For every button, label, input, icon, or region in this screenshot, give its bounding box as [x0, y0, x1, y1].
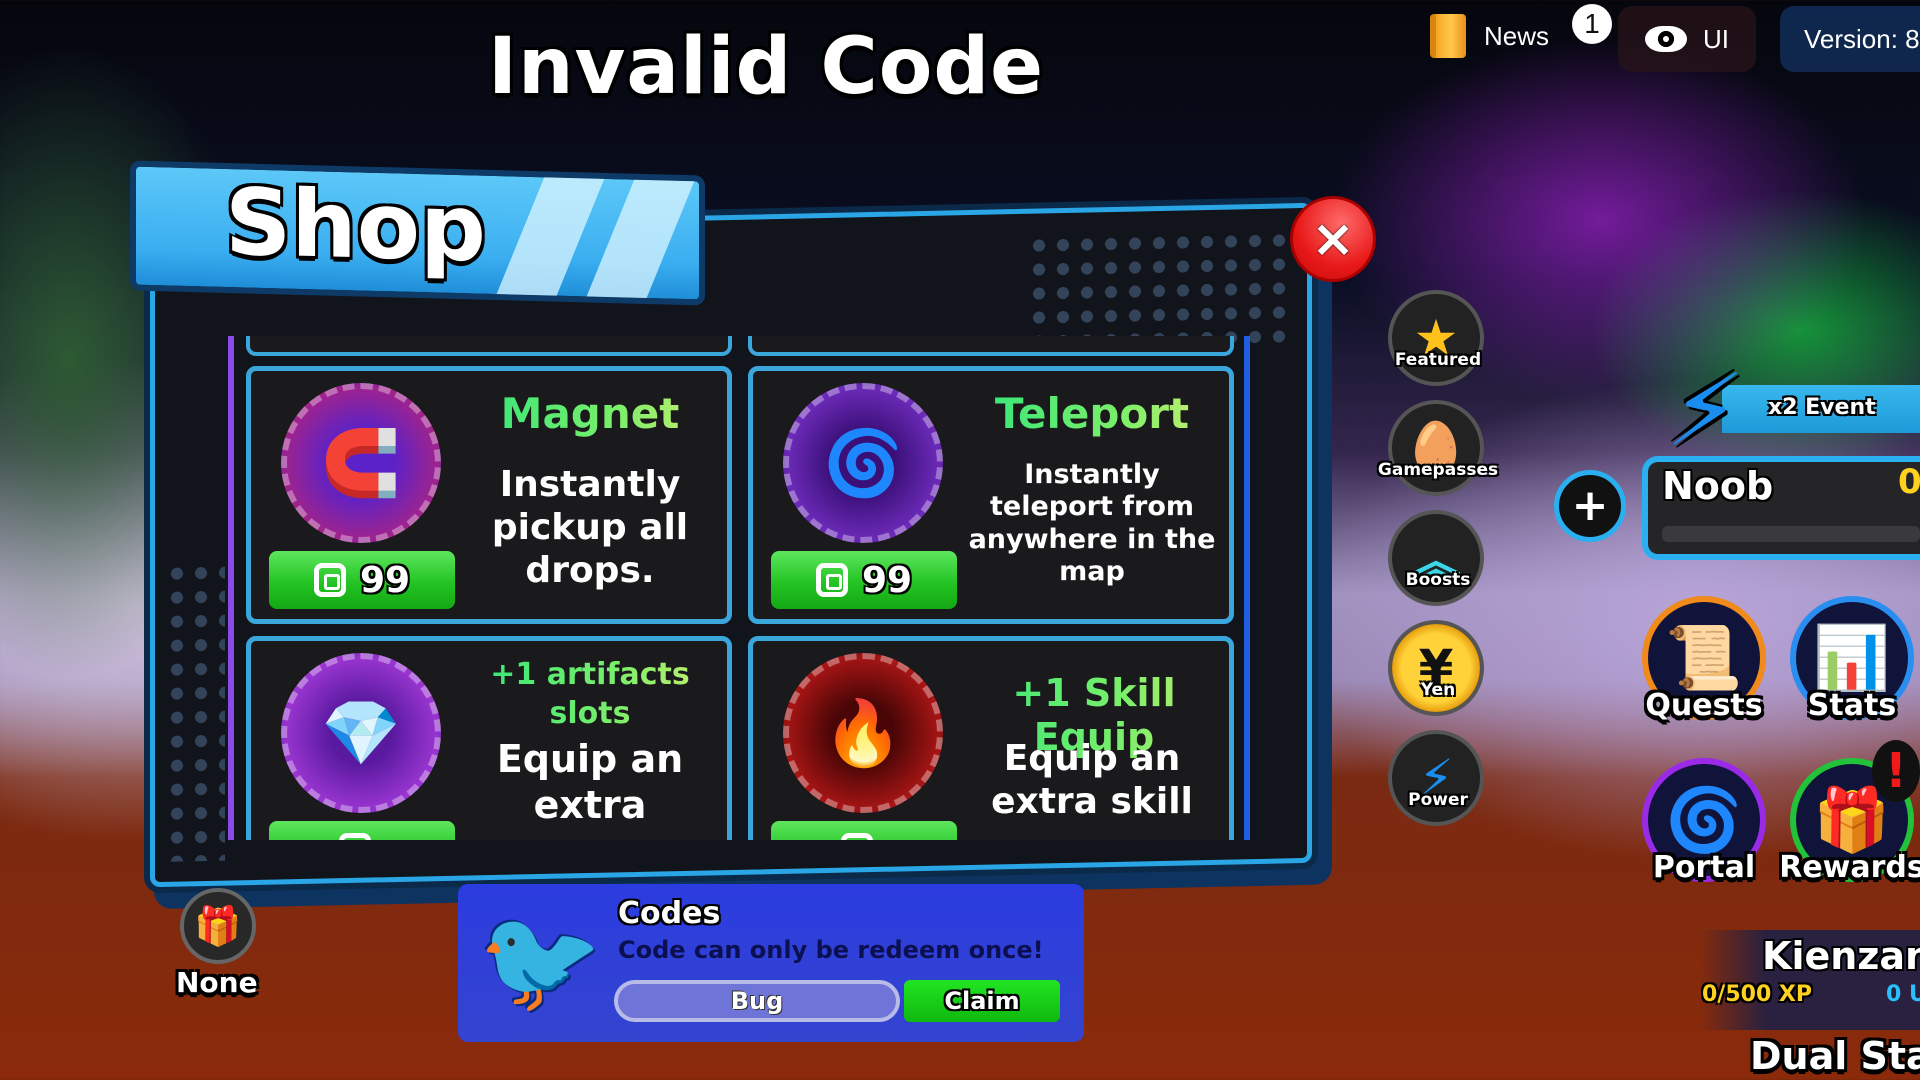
shop-card-partial — [748, 336, 1234, 356]
menu-label: Stats — [1807, 688, 1897, 723]
shop-item-list[interactable]: 🧲 99 Magnet Instantly pickup all drops. … — [228, 336, 1250, 840]
buy-teleport-button[interactable]: 99 — [771, 551, 957, 609]
menu-label: Quests — [1645, 688, 1763, 723]
invalid-code-message: Invalid Code — [488, 22, 1045, 112]
category-yen[interactable]: ¥ Yen — [1388, 620, 1488, 720]
double-chevron-up-icon[interactable]: ︽ — [1388, 510, 1484, 606]
event-label: x2 Event — [1768, 395, 1876, 420]
shop-card-magnet: 🧲 99 Magnet Instantly pickup all drops. — [246, 366, 732, 624]
player-currency: 0 U — [1886, 982, 1920, 1007]
rank-value: 0 — [1898, 462, 1920, 502]
category-boosts[interactable]: ︽ Boosts — [1388, 510, 1488, 610]
magnet-icon: 🧲 — [281, 383, 441, 543]
lightning-icon[interactable]: ⚡ — [1388, 730, 1484, 826]
close-icon: × — [1311, 209, 1355, 269]
eye-icon — [1645, 26, 1687, 52]
price-label: 99 — [359, 559, 411, 601]
code-input[interactable] — [614, 980, 900, 1022]
gift-label: None — [176, 966, 258, 999]
news-count-badge: 1 — [1572, 4, 1612, 44]
rank-name: Noob — [1662, 464, 1774, 508]
card-description: Equip an extra skill — [991, 738, 1193, 823]
version-label-box: Version: 8 — [1780, 6, 1920, 72]
card-title: Teleport — [963, 389, 1221, 438]
top-bar: News 1 UI Version: 8 — [1430, 0, 1920, 76]
robux-icon — [841, 833, 873, 840]
category-label: Boosts — [1405, 570, 1471, 590]
version-label: Version: 8 — [1804, 23, 1920, 54]
robux-icon — [815, 563, 848, 597]
ui-toggle-button[interactable]: UI — [1618, 6, 1756, 72]
portal-button[interactable]: 🌀 Portal — [1642, 758, 1766, 885]
category-power[interactable]: ⚡ Power — [1388, 730, 1488, 830]
category-label: Featured — [1394, 350, 1482, 370]
category-label: Power — [1408, 790, 1468, 810]
card-title: +1 artifacts slots — [461, 655, 719, 733]
category-gamepasses[interactable]: 🥚 Gamepasses — [1378, 400, 1498, 500]
add-button[interactable]: + — [1554, 470, 1626, 542]
rank-progress-bar — [1662, 526, 1920, 542]
quests-button[interactable]: 📜 Quests — [1642, 596, 1766, 723]
fire-icon: 🔥 — [783, 653, 943, 813]
shop-card-artifact-slots: 💎 +1 artifacts slots Equip an extra — [246, 636, 732, 840]
player-xp: 0/500 XP — [1702, 982, 1813, 1007]
menu-label: Portal — [1652, 850, 1756, 885]
shop-card-skill-equip: 🔥 +1 Skill Equip Equip an extra skill — [748, 636, 1234, 840]
card-description: Instantly teleport from anywhere in the … — [968, 459, 1216, 588]
stats-button[interactable]: 📊 Stats — [1790, 596, 1914, 723]
player-name: Kienzan — [1762, 934, 1920, 978]
decorative-dots — [1027, 228, 1287, 354]
category-label: Yen — [1420, 680, 1456, 700]
robux-icon — [313, 563, 346, 597]
shop-title: Shop — [225, 168, 486, 283]
category-label: Gamepasses — [1377, 460, 1499, 480]
card-description: Equip an extra — [496, 737, 684, 827]
claim-button[interactable]: Claim — [904, 980, 1060, 1022]
yen-coin-icon[interactable]: ¥ — [1388, 620, 1484, 716]
decorative-dots — [165, 560, 225, 862]
news-button[interactable]: News — [1430, 14, 1549, 58]
menu-label: Rewards — [1779, 850, 1920, 885]
news-scroll-icon — [1430, 14, 1466, 58]
player-title: Dual Star — [1750, 1034, 1920, 1078]
shop-card-partial — [246, 336, 732, 356]
gift-button[interactable]: 🎁 — [180, 888, 256, 964]
codes-title: Codes — [618, 896, 721, 931]
star-icon[interactable]: ★ — [1388, 290, 1484, 386]
gift-icon: 🎁 — [194, 903, 242, 948]
card-title: Magnet — [461, 389, 719, 438]
news-label: News — [1484, 20, 1550, 51]
eggs-icon[interactable]: 🥚 — [1388, 400, 1484, 496]
lightning-icon: ⚡ — [1661, 352, 1749, 469]
robux-icon — [339, 833, 371, 840]
portal-icon: 🌀 — [783, 383, 943, 543]
rewards-alert-badge: ! — [1872, 740, 1920, 802]
price-label: 99 — [861, 559, 913, 601]
shop-card-teleport: 🌀 99 Teleport Instantly teleport from an… — [748, 366, 1234, 624]
buy-artifact-slot-button[interactable] — [269, 821, 455, 840]
header-stripe — [483, 167, 609, 306]
category-featured[interactable]: ★ Featured — [1388, 290, 1488, 390]
crystal-icon: 💎 — [281, 653, 441, 813]
card-description: Instantly pickup all drops. — [491, 464, 689, 592]
ui-label: UI — [1703, 23, 1729, 54]
close-shop-button[interactable]: × — [1290, 196, 1376, 282]
buy-skill-equip-button[interactable] — [771, 821, 957, 840]
buy-magnet-button[interactable]: 99 — [269, 551, 455, 609]
codes-subtitle: Code can only be redeem once! — [618, 936, 1044, 964]
twitter-bird-icon: 🐦 — [478, 902, 603, 1019]
plus-icon: + — [1571, 480, 1609, 531]
